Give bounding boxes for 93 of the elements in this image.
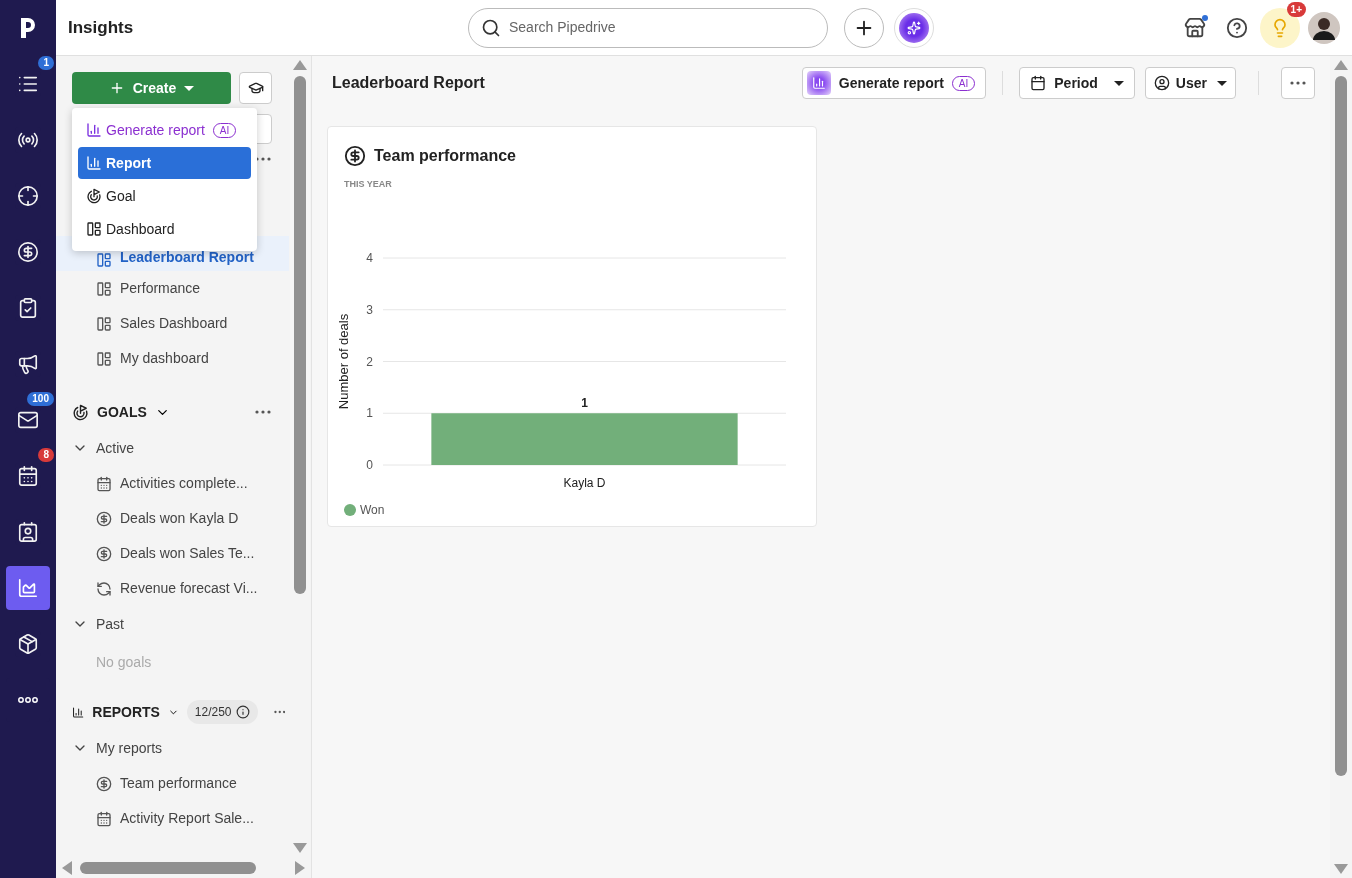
sidebar-item[interactable]: Performance (56, 271, 290, 306)
generate-report-button[interactable]: Generate report AI (801, 67, 987, 99)
dashboard-icon (96, 315, 112, 332)
dashboard-icon (96, 252, 112, 268)
section-title[interactable]: REPORTS (92, 701, 160, 723)
store-icon[interactable] (1184, 16, 1206, 39)
sidebar-item[interactable]: Activity Report Sale... (56, 801, 290, 836)
count-badge: 100 (27, 392, 54, 406)
calendar-icon (1030, 75, 1047, 91)
axis-tick-label: 3 (366, 302, 373, 317)
notification-dot (1202, 14, 1208, 21)
more-icon[interactable] (18, 697, 38, 703)
bar-chart-icon (811, 76, 826, 90)
dollar-icon (96, 510, 112, 527)
axis-title: Number of deals (336, 313, 351, 409)
count-badge: 8 (38, 448, 54, 462)
user-dropdown[interactable]: User (1144, 67, 1236, 99)
sidebar-item[interactable]: My dashboard (56, 341, 290, 376)
menu-item[interactable]: Report (78, 147, 251, 179)
app-title: Insights (68, 16, 135, 39)
scrollbar-thumb[interactable] (1335, 76, 1347, 776)
sidebar-item[interactable]: Deals won Kayla D (56, 501, 290, 536)
box-icon (17, 633, 39, 655)
group-toggle[interactable]: My reports (56, 730, 290, 766)
crosshair-icon (17, 185, 39, 207)
more-icon[interactable] (273, 710, 286, 714)
empty-text: No goals (95, 652, 153, 672)
goal-icon (72, 403, 89, 421)
forecast-icon (96, 580, 112, 597)
sidebar-item[interactable]: Activities complete... (56, 466, 290, 501)
dollar-icon (344, 145, 366, 167)
axis-tick-label: 2 (366, 354, 373, 368)
calendar-icon (17, 465, 39, 487)
caret-icon (1113, 80, 1124, 86)
goal-icon (86, 188, 102, 204)
contact-card-icon (17, 521, 39, 543)
clipboard-icon (17, 297, 39, 319)
group-toggle[interactable]: Past (56, 606, 290, 642)
page-title: Leaderboard Report (331, 73, 486, 93)
graduation-cap-icon (247, 80, 264, 96)
scroll-left-arrow[interactable] (62, 860, 72, 875)
caret-icon (1217, 80, 1227, 86)
count-badge: 12/250 (186, 700, 258, 724)
nav-item[interactable] (15, 519, 41, 545)
bar-value-label: 1 (581, 395, 588, 410)
menu-item[interactable]: Generate report AI (78, 114, 251, 146)
group-toggle[interactable]: Active (56, 430, 290, 466)
axis-tick-label: 4 (366, 250, 373, 265)
count-badge: 1+ (1286, 1, 1306, 17)
search-field[interactable]: Search Pipedrive (509, 17, 815, 38)
academy-button[interactable] (239, 72, 272, 104)
scrollbar-thumb[interactable] (80, 861, 256, 874)
dollar-icon (96, 775, 112, 792)
chart-icon (17, 577, 39, 599)
dashboard-icon (86, 221, 102, 237)
help-icon[interactable] (1226, 16, 1248, 39)
dashboard-icon (96, 350, 112, 367)
legend-label: Won (360, 501, 385, 519)
logo-icon[interactable] (19, 16, 37, 40)
user-icon (1153, 75, 1170, 91)
calendar-icon (96, 475, 112, 492)
search-icon (481, 17, 501, 38)
category-label: Kayla D (563, 475, 606, 490)
card-subtitle: THIS YEAR (344, 178, 393, 191)
caret-icon (184, 85, 195, 91)
mail-icon (17, 409, 39, 431)
menu-item[interactable]: Goal (78, 180, 251, 212)
card-title: Team performance (374, 146, 516, 166)
more-icon[interactable] (255, 410, 272, 414)
info-icon (235, 705, 250, 719)
sparkles-icon (907, 20, 921, 35)
axis-tick-label: 0 (366, 457, 373, 472)
sidebar-item[interactable]: Deals won Sales Te... (56, 536, 290, 571)
more-icon[interactable] (1290, 81, 1306, 85)
avatar[interactable] (1308, 11, 1340, 44)
sidebar-item[interactable]: Revenue forecast Vi... (56, 571, 290, 606)
axis-tick-label: 1 (366, 405, 373, 420)
bar-chart-icon (86, 155, 102, 171)
dollar-icon (96, 545, 112, 562)
bar-chart-icon (86, 122, 102, 138)
megaphone-icon (17, 353, 39, 375)
scrollbar-thumb[interactable] (294, 76, 307, 594)
section-title[interactable]: GOALS (97, 401, 147, 423)
dollar-icon (17, 241, 39, 263)
scroll-down-arrow[interactable] (1334, 864, 1348, 874)
nav-item[interactable] (15, 463, 41, 489)
sidebar-item[interactable]: Team performance (56, 766, 290, 801)
dashboard-icon (96, 280, 112, 297)
period-dropdown[interactable]: Period (1019, 67, 1135, 99)
calendar-icon (96, 810, 112, 827)
sidebar-item[interactable]: Sales Dashboard (56, 306, 290, 341)
count-badge: 1 (38, 56, 54, 70)
create-button[interactable]: Create (72, 72, 231, 104)
